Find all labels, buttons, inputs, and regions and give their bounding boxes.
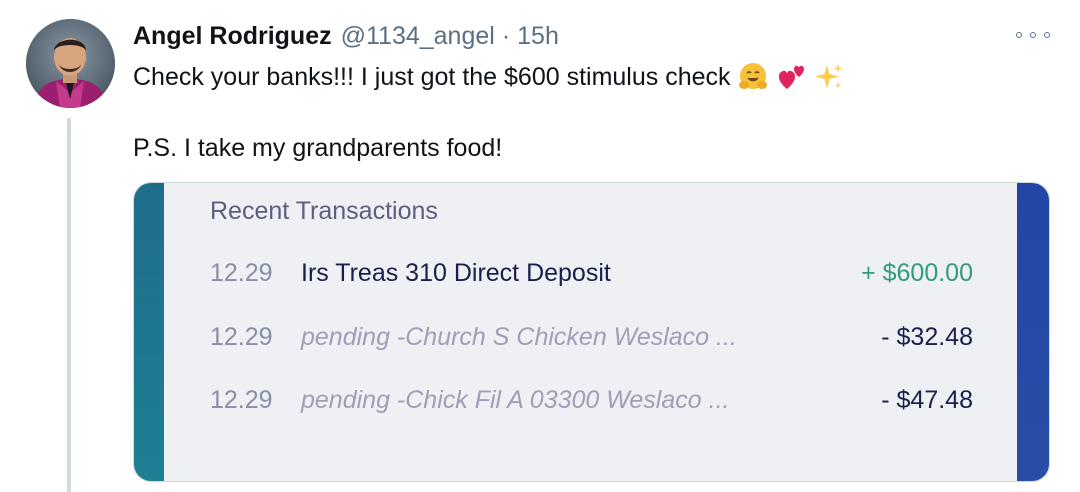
hugging-face-emoji bbox=[738, 63, 767, 89]
transaction-date: 12.29 bbox=[210, 323, 273, 351]
more-dot bbox=[1030, 32, 1036, 38]
author-handle[interactable]: @1134_angel bbox=[341, 22, 495, 51]
two-hearts-emoji bbox=[778, 65, 804, 89]
more-dot bbox=[1016, 32, 1022, 38]
avatar-image bbox=[26, 19, 115, 108]
attached-image-card[interactable]: Recent Transactions 12.29 Irs Treas 310 … bbox=[133, 182, 1050, 482]
transaction-description: pending -Church S Chicken Weslaco ... bbox=[301, 323, 737, 351]
transaction-amount: + $600.00 bbox=[861, 259, 973, 287]
tweet-timestamp[interactable]: 15h bbox=[517, 22, 559, 51]
transaction-row: 12.29 pending -Church S Chicken Weslaco … bbox=[210, 323, 973, 357]
transaction-amount: - $32.48 bbox=[881, 323, 973, 351]
transaction-description: pending -Chick Fil A 03300 Weslaco ... bbox=[301, 386, 730, 414]
transaction-date: 12.29 bbox=[210, 386, 273, 414]
transaction-amount: - $47.48 bbox=[881, 386, 973, 414]
card-left-bar bbox=[134, 183, 164, 481]
sparkles-emoji bbox=[814, 64, 843, 89]
transaction-row: 12.29 Irs Treas 310 Direct Deposit + $60… bbox=[210, 259, 973, 293]
tweet-header: Angel Rodriguez @1134_angel · 15h bbox=[133, 22, 559, 56]
avatar[interactable] bbox=[26, 19, 115, 108]
card-title: Recent Transactions bbox=[210, 197, 438, 225]
author-name[interactable]: Angel Rodriguez bbox=[133, 22, 332, 51]
thread-line bbox=[67, 118, 71, 492]
tweet-text: Check your banks!!! I just got the $600 … bbox=[133, 62, 731, 91]
more-options-icon[interactable] bbox=[1016, 26, 1050, 44]
tweet-text-line-1: Check your banks!!! I just got the $600 … bbox=[133, 61, 845, 93]
card-right-bar bbox=[1017, 183, 1049, 481]
tweet-text-line-2: P.S. I take my grandparents food! bbox=[133, 134, 503, 162]
more-dot bbox=[1044, 32, 1050, 38]
transaction-date: 12.29 bbox=[210, 259, 273, 287]
transaction-description: Irs Treas 310 Direct Deposit bbox=[301, 259, 611, 287]
tweet: Angel Rodriguez @1134_angel · 15h Check … bbox=[0, 0, 1080, 492]
header-separator: · bbox=[501, 22, 511, 50]
transaction-row: 12.29 pending -Chick Fil A 03300 Weslaco… bbox=[210, 386, 973, 420]
